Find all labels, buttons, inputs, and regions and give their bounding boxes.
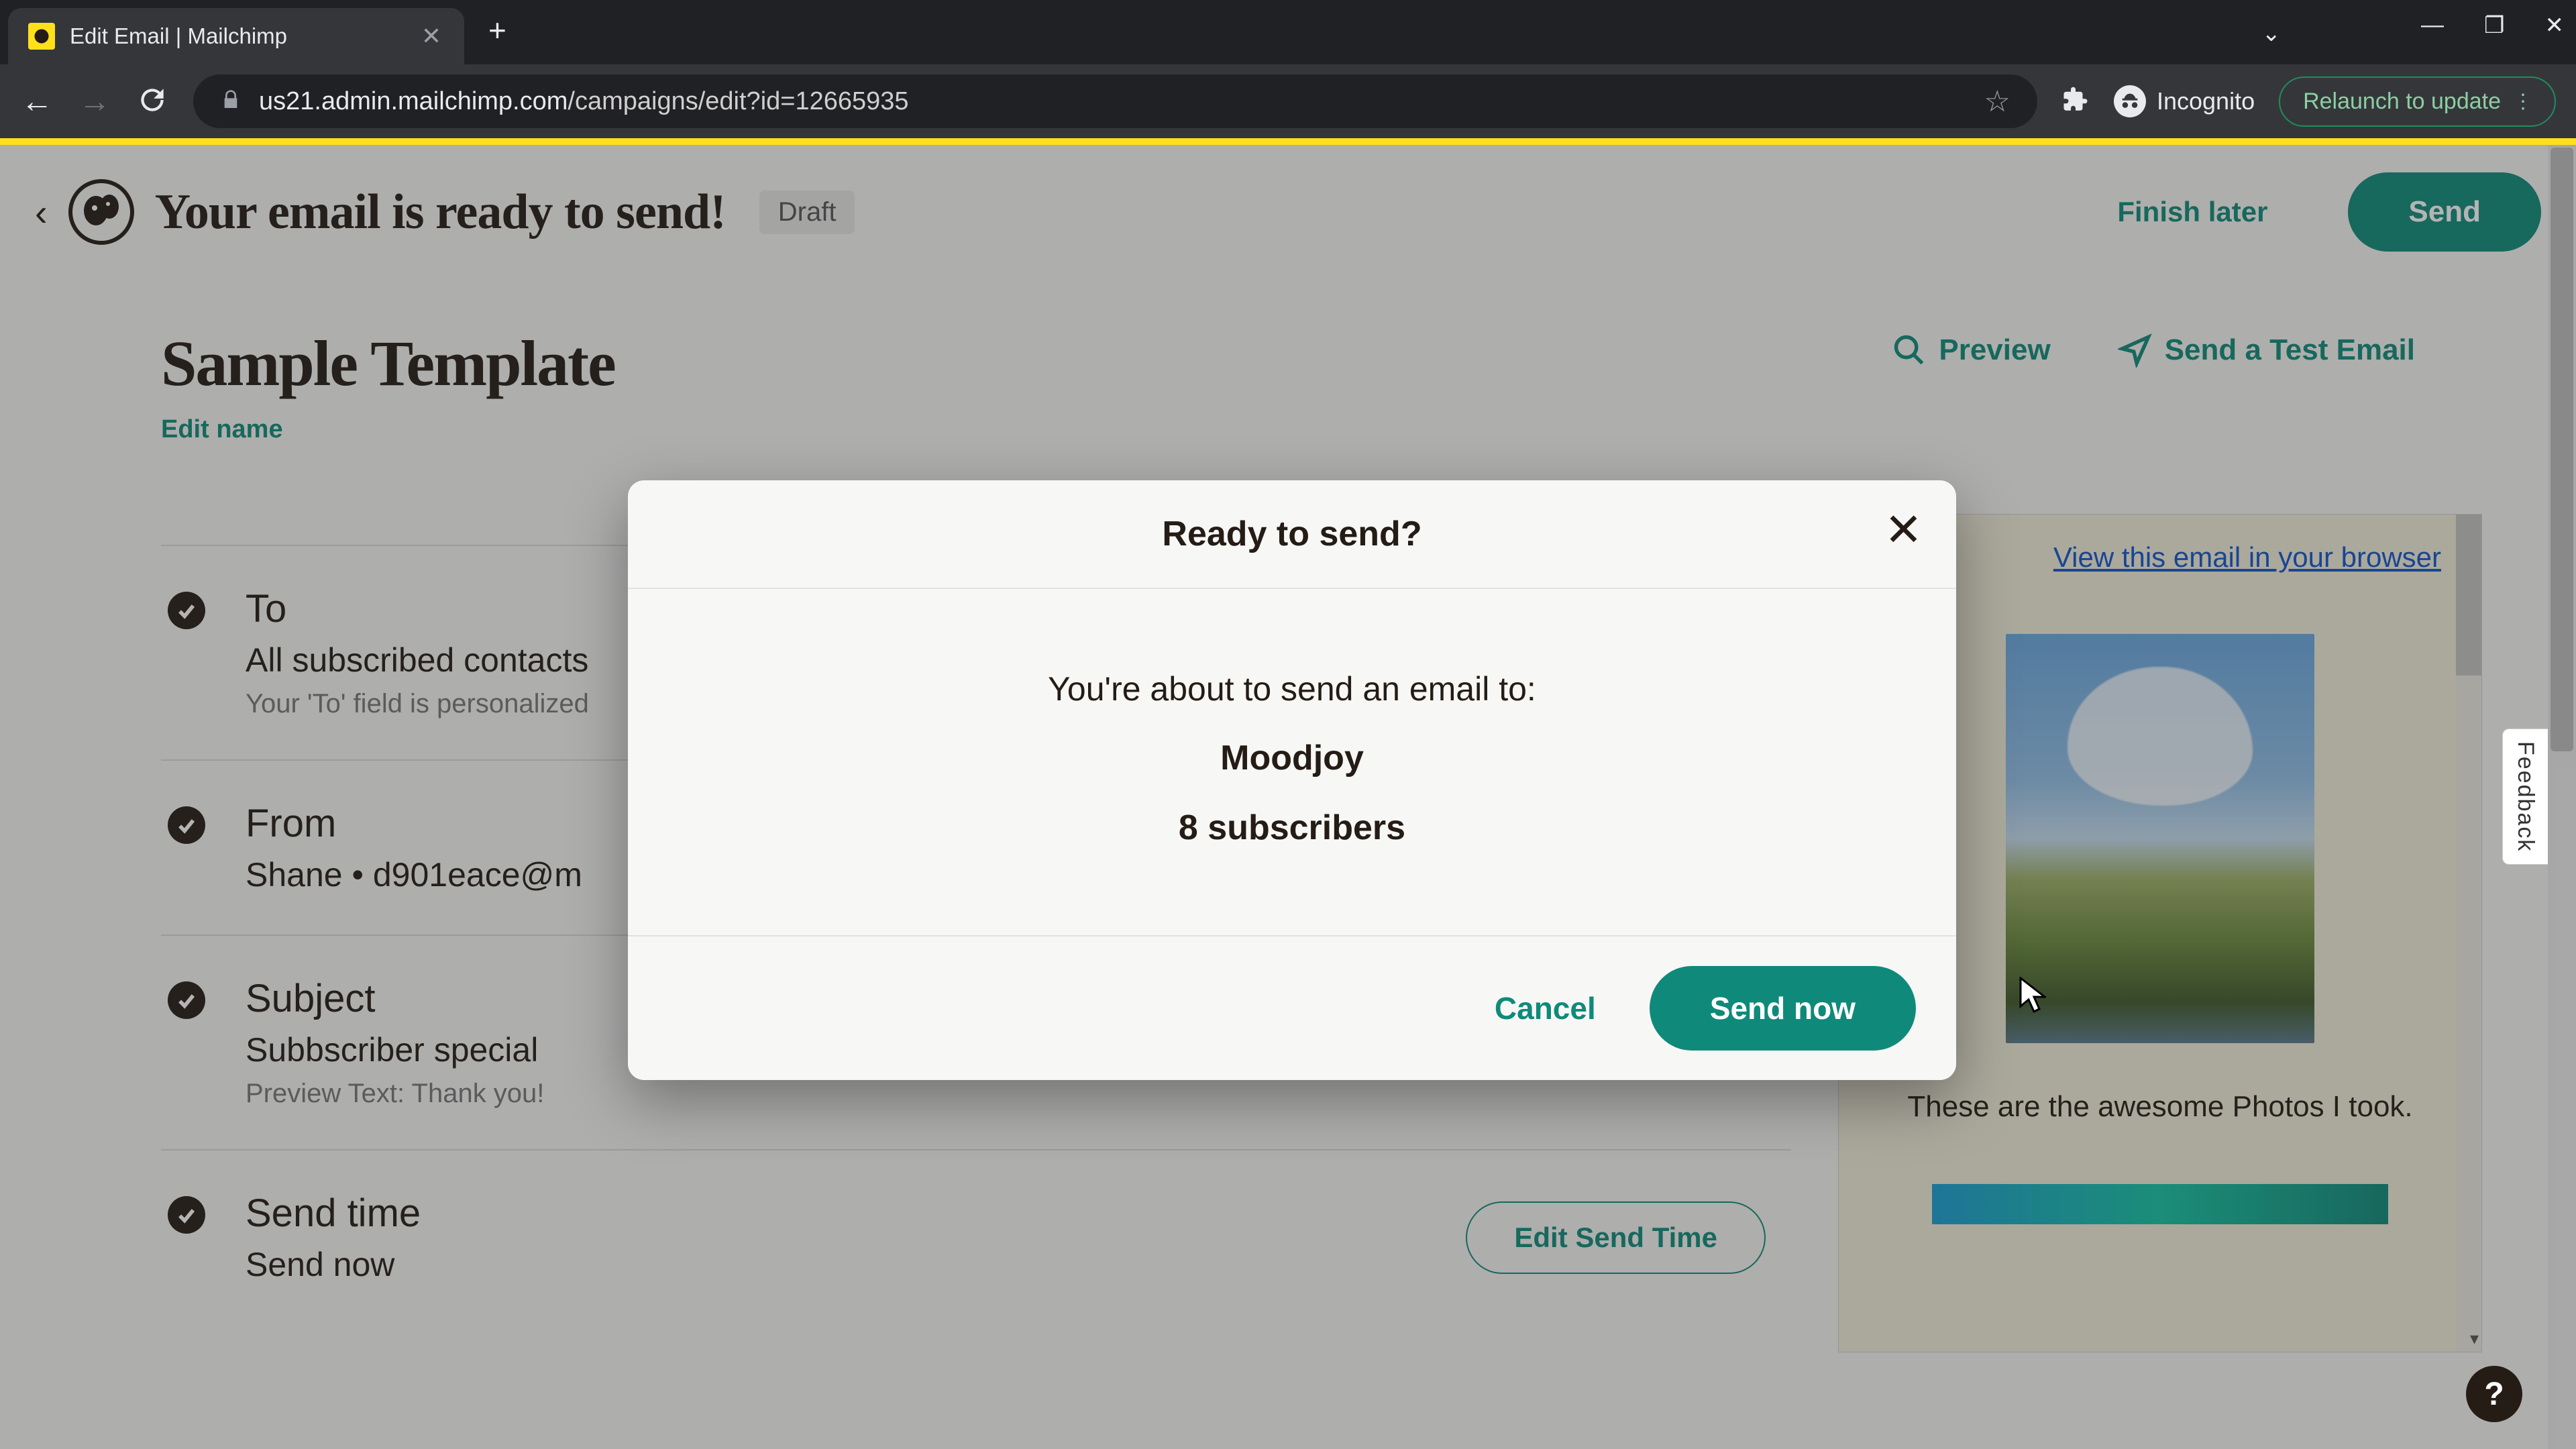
- modal-body: You're about to send an email to: Moodjo…: [628, 589, 1956, 935]
- browser-toolbar: ← → us21.admin.mailchimp.com/campaigns/e…: [0, 64, 2576, 138]
- page-content: ‹ Your email is ready to send! Draft Fin…: [0, 145, 2576, 1449]
- incognito-label: Incognito: [2157, 87, 2255, 115]
- relaunch-label: Relaunch to update: [2303, 89, 2501, 115]
- minimize-icon[interactable]: —: [2421, 12, 2444, 39]
- mailchimp-favicon: [28, 23, 55, 50]
- kebab-menu-icon: ⋮: [2513, 90, 2532, 113]
- modal-header: Ready to send? ✕: [628, 480, 1956, 589]
- extensions-icon[interactable]: [2061, 86, 2090, 117]
- lock-icon: [220, 89, 241, 114]
- window-controls: — ❐ ✕: [2421, 12, 2564, 39]
- tab-dropdown-icon[interactable]: ⌄: [2262, 20, 2282, 47]
- new-tab-button[interactable]: +: [488, 12, 506, 48]
- modal-cancel-button[interactable]: Cancel: [1495, 990, 1596, 1026]
- modal-close-icon[interactable]: ✕: [1884, 507, 1923, 553]
- mouse-cursor-icon: [2019, 977, 2046, 1018]
- tab-strip: Edit Email | Mailchimp ✕ +: [0, 0, 2576, 64]
- help-button[interactable]: ?: [2466, 1366, 2522, 1422]
- relaunch-button[interactable]: Relaunch to update ⋮: [2279, 76, 2556, 127]
- feedback-tab[interactable]: Feedback: [2502, 729, 2548, 865]
- reload-button[interactable]: [136, 83, 169, 120]
- accent-line: [0, 138, 2576, 145]
- modal-subscriber-count: 8 subscribers: [668, 808, 1916, 848]
- incognito-indicator[interactable]: Incognito: [2114, 85, 2255, 117]
- modal-footer: Cancel Send now: [628, 935, 1956, 1080]
- modal-intro-text: You're about to send an email to:: [668, 669, 1916, 708]
- modal-title: Ready to send?: [668, 514, 1916, 554]
- modal-audience-name: Moodjoy: [668, 738, 1916, 778]
- confirm-send-modal: Ready to send? ✕ You're about to send an…: [628, 480, 1956, 1080]
- tab-close-icon[interactable]: ✕: [421, 24, 441, 48]
- address-bar[interactable]: us21.admin.mailchimp.com/campaigns/edit?…: [193, 74, 2037, 128]
- bookmark-star-icon[interactable]: ☆: [1984, 85, 2010, 119]
- incognito-icon: [2114, 85, 2146, 117]
- maximize-icon[interactable]: ❐: [2484, 12, 2504, 39]
- browser-chrome: Edit Email | Mailchimp ✕ + ⌄ — ❐ ✕ ← → u…: [0, 0, 2576, 145]
- browser-tab[interactable]: Edit Email | Mailchimp ✕: [8, 8, 464, 64]
- tab-title: Edit Email | Mailchimp: [70, 23, 407, 49]
- modal-send-now-button[interactable]: Send now: [1650, 966, 1916, 1051]
- close-window-icon[interactable]: ✕: [2545, 12, 2565, 39]
- url-text: us21.admin.mailchimp.com/campaigns/edit?…: [259, 87, 909, 116]
- back-button[interactable]: ←: [20, 83, 54, 120]
- forward-button[interactable]: →: [78, 83, 111, 120]
